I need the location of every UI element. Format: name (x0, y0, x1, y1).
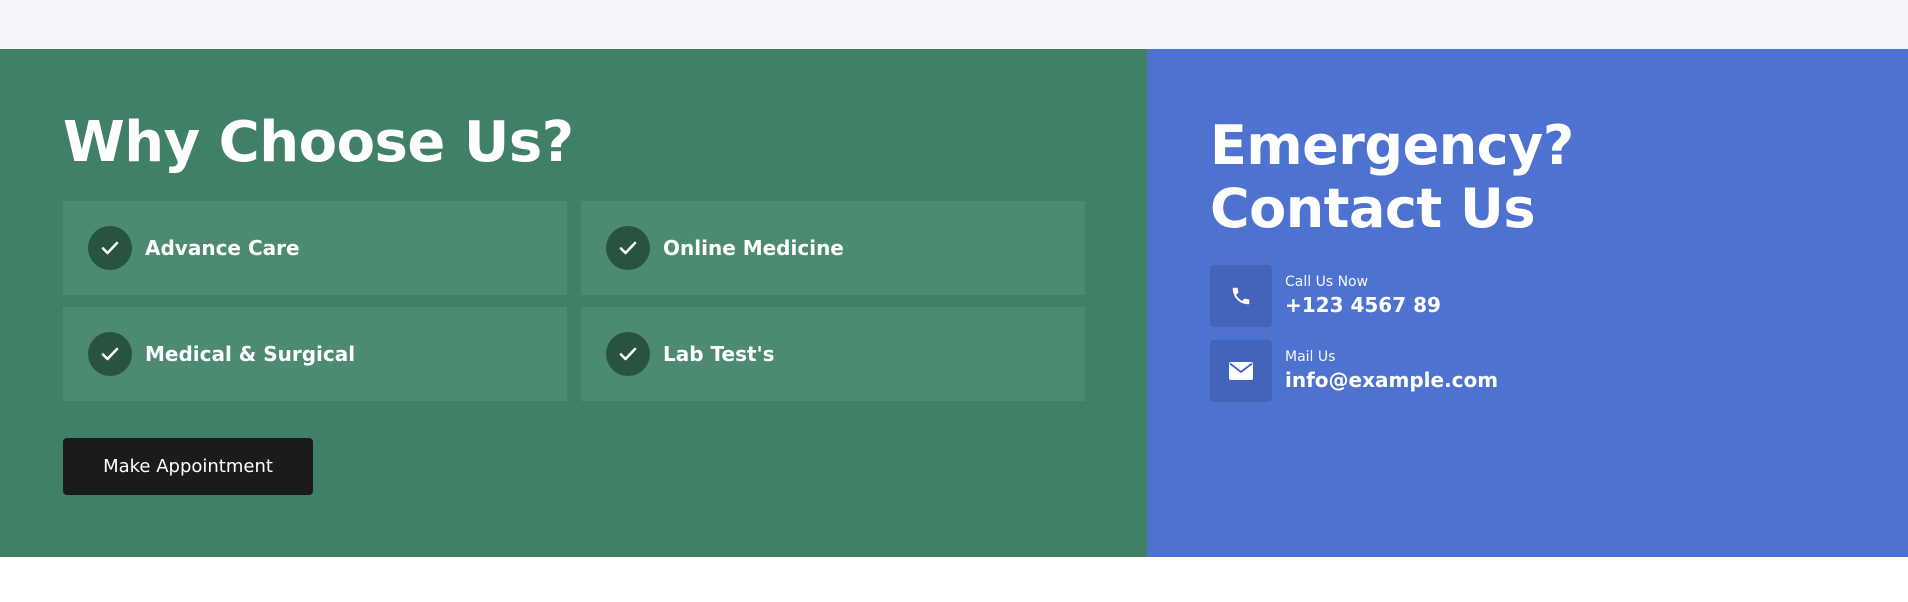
features-grid: Advance Care Online Medicine Medical & S… (63, 201, 1085, 401)
feature-item-lab-tests: Lab Test's (581, 307, 1085, 401)
feature-label: Advance Care (145, 236, 300, 260)
phone-number[interactable]: +123 4567 89 (1285, 291, 1441, 319)
contact-label: Call Us Now (1285, 274, 1369, 290)
feature-label: Lab Test's (663, 342, 775, 366)
emergency-title: Emergency? Contact Us (1210, 114, 1574, 240)
top-strip (0, 0, 1908, 49)
why-choose-panel: Why Choose Us? Advance Care Online Medic… (0, 49, 1147, 557)
why-choose-title: Why Choose Us? (63, 110, 574, 175)
email-address[interactable]: info@example.com (1285, 366, 1498, 394)
make-appointment-button[interactable]: Make Appointment (63, 438, 313, 495)
contact-mail[interactable]: Mail Us info@example.com (1210, 340, 1498, 402)
check-icon (88, 332, 132, 376)
envelope-icon (1210, 340, 1272, 402)
check-icon (88, 226, 132, 270)
emergency-title-line2: Contact Us (1210, 177, 1536, 240)
emergency-panel: Emergency? Contact Us Call Us Now +123 4… (1147, 49, 1908, 557)
feature-item-online-medicine: Online Medicine (581, 201, 1085, 295)
why-choose-emergency-section: Why Choose Us? Advance Care Online Medic… (0, 49, 1908, 557)
feature-label: Medical & Surgical (145, 342, 356, 366)
contact-text: Call Us Now +123 4567 89 (1285, 273, 1441, 319)
feature-label: Online Medicine (663, 236, 844, 260)
feature-item-medical-surgical: Medical & Surgical (63, 307, 567, 401)
check-icon (606, 332, 650, 376)
phone-icon (1210, 265, 1272, 327)
check-icon (606, 226, 650, 270)
emergency-title-line1: Emergency? (1210, 114, 1574, 177)
contact-label: Mail Us (1285, 349, 1336, 365)
feature-item-advance-care: Advance Care (63, 201, 567, 295)
contact-call[interactable]: Call Us Now +123 4567 89 (1210, 265, 1441, 327)
contact-text: Mail Us info@example.com (1285, 348, 1498, 394)
